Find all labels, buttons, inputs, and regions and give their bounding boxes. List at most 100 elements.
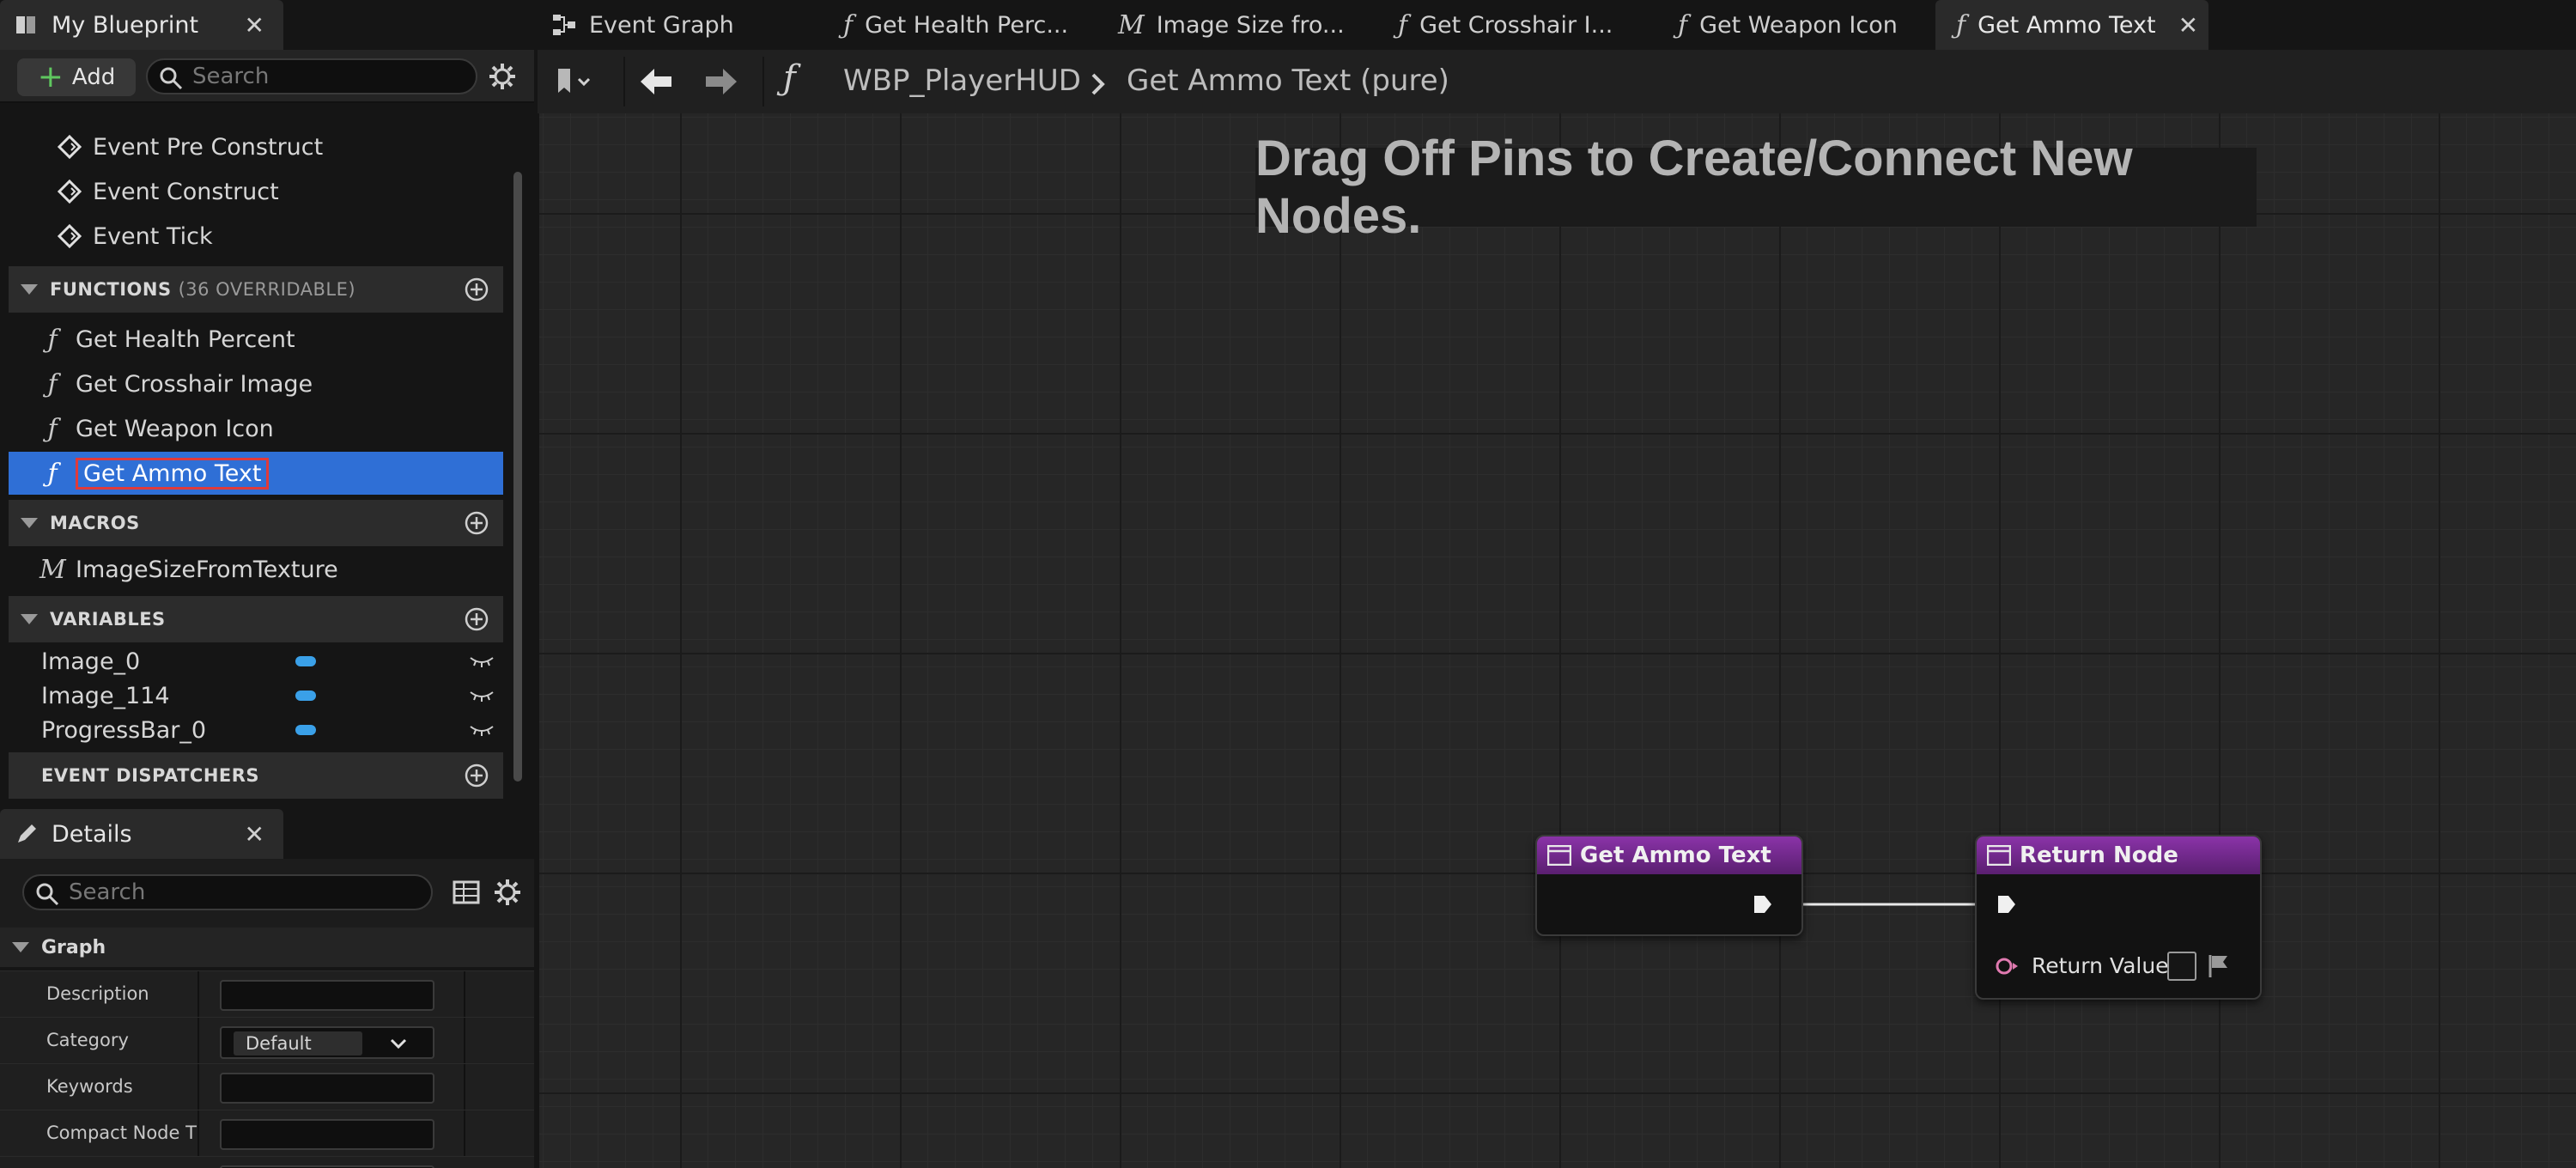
exec-out-pin[interactable] (1752, 893, 1774, 916)
return-node[interactable]: Return Node Return Value (1975, 835, 2262, 1000)
keywords-row: Keywords (0, 1063, 534, 1110)
tab-label: Get Health Perc... (865, 11, 1069, 39)
tab-get-crosshair-image[interactable]: ƒ Get Crosshair I... (1381, 0, 1664, 50)
variables-section-header[interactable]: VARIABLES (9, 596, 503, 642)
compact-node-title-row: Compact Node Titl (0, 1110, 534, 1157)
macro-item-image-size-from-texture[interactable]: M ImageSizeFromTexture (9, 548, 503, 591)
text-pin-icon[interactable] (1994, 955, 2020, 977)
document-tab-bar: Event Graph ƒ Get Health Perc... M Image… (534, 0, 2576, 50)
function-entry-node[interactable]: Get Ammo Text (1535, 835, 1803, 936)
function-item-get-health-percent[interactable]: ƒ Get Health Percent (9, 318, 503, 361)
add-variable-icon[interactable] (464, 606, 489, 632)
return-value-text-box[interactable] (2167, 952, 2196, 981)
add-dispatcher-icon[interactable] (464, 763, 489, 788)
description-input[interactable] (220, 980, 434, 1011)
function-icon: ƒ (1956, 9, 1966, 40)
tab-get-ammo-text[interactable]: ƒ Get Ammo Text ✕ (1935, 0, 2208, 50)
description-row: Description (0, 970, 534, 1018)
add-macro-icon[interactable] (464, 510, 489, 536)
toolbar-separator (623, 57, 625, 106)
function-rename-field[interactable]: Get Ammo Text (76, 457, 270, 490)
function-icon: ƒ (47, 368, 58, 399)
variable-item-label: Image_114 (41, 682, 170, 709)
tab-label: Get Weapon Icon (1699, 11, 1898, 39)
exec-in-pin[interactable] (1996, 893, 2018, 916)
macros-header-label: MACROS (50, 513, 140, 533)
gear-icon[interactable] (493, 878, 522, 907)
category-label: Category (46, 1030, 129, 1050)
search-icon (160, 67, 183, 90)
table-view-icon[interactable] (452, 878, 481, 907)
compact-node-title-input[interactable] (220, 1119, 434, 1150)
graph-item-event-pre-construct[interactable]: Event Pre Construct (9, 125, 503, 168)
function-item-get-ammo-text[interactable]: ƒ Get Ammo Text (9, 452, 503, 495)
functions-header-label: FUNCTIONS (50, 279, 172, 300)
tab-event-graph[interactable]: Event Graph (534, 0, 817, 50)
column-divider (464, 1064, 465, 1110)
graph-item-label: Event Tick (93, 222, 213, 250)
variable-item-progressbar-0[interactable]: ProgressBar_0 (9, 713, 503, 747)
add-button-label: Add (71, 64, 116, 90)
eye-closed-icon[interactable] (469, 721, 495, 739)
functions-section-header[interactable]: FUNCTIONS (36 OVERRIDABLE) (9, 266, 503, 313)
tab-get-health-percent[interactable]: ƒ Get Health Perc... (826, 0, 1109, 50)
return-node-title: Return Node (2020, 843, 2178, 868)
close-icon[interactable]: ✕ (245, 820, 264, 849)
tab-label: Event Graph (589, 11, 734, 39)
variable-item-label: Image_0 (41, 648, 141, 675)
graph-category-label: Graph (41, 936, 106, 958)
collapse-triangle-icon (21, 518, 38, 528)
function-item-label: Get Health Percent (76, 325, 295, 353)
variable-item-image-0[interactable]: Image_0 (9, 644, 503, 678)
close-icon[interactable]: ✕ (245, 11, 264, 40)
eye-closed-icon[interactable] (469, 687, 495, 704)
event-dispatchers-header-label: EVENT DISPATCHERS (41, 765, 260, 786)
column-divider (197, 971, 199, 1018)
my-blueprint-tab[interactable]: My Blueprint ✕ (0, 0, 283, 50)
column-divider (464, 971, 465, 1018)
tab-get-weapon-icon[interactable]: ƒ Get Weapon Icon (1661, 0, 1944, 50)
toolbar-separator (762, 57, 764, 106)
add-function-icon[interactable] (464, 277, 489, 302)
next-property-row (0, 1156, 534, 1168)
bookmark-icon[interactable] (553, 65, 591, 100)
add-button[interactable]: + Add (17, 58, 136, 96)
gear-icon[interactable] (488, 62, 517, 91)
details-tab[interactable]: Details ✕ (0, 809, 283, 859)
graph-category-header[interactable]: Graph (0, 928, 534, 967)
tab-image-size-from-texture[interactable]: M Image Size fro... (1101, 0, 1384, 50)
tab-label: Get Crosshair I... (1419, 11, 1613, 39)
entry-node-title: Get Ammo Text (1580, 843, 1771, 868)
event-icon (57, 179, 82, 204)
graph-item-event-construct[interactable]: Event Construct (9, 170, 503, 213)
graph-item-event-tick[interactable]: Event Tick (9, 215, 503, 258)
category-combo[interactable]: Default (220, 1026, 434, 1059)
my-blueprint-search-input[interactable]: Search (146, 58, 477, 94)
my-blueprint-scrollbar[interactable] (513, 172, 522, 782)
search-placeholder: Search (192, 64, 270, 89)
tab-label: Get Ammo Text (1978, 11, 2156, 39)
graph-canvas[interactable]: Drag Off Pins to Create/Connect New Node… (539, 113, 2576, 1168)
variable-type-pill (295, 690, 316, 701)
return-value-label: Return Value (2032, 953, 2169, 978)
eye-closed-icon[interactable] (469, 653, 495, 670)
event-dispatchers-section-header[interactable]: EVENT DISPATCHERS (9, 752, 503, 799)
macro-icon: M (1118, 9, 1145, 40)
localization-flag-icon[interactable] (2207, 953, 2231, 979)
variable-item-image-114[interactable]: Image_114 (9, 678, 503, 713)
description-label: Description (46, 983, 149, 1004)
details-search-input[interactable]: Search (22, 874, 433, 910)
collapse-triangle-icon (12, 942, 29, 952)
details-toolbar: Search (0, 859, 534, 928)
category-row: Category Default (0, 1017, 534, 1064)
breadcrumb-root[interactable]: WBP_PlayerHUD (843, 64, 1081, 98)
macros-section-header[interactable]: MACROS (9, 500, 503, 546)
function-item-get-weapon-icon[interactable]: ƒ Get Weapon Icon (9, 407, 503, 450)
forward-arrow-icon[interactable] (702, 65, 740, 98)
keywords-input[interactable] (220, 1073, 434, 1104)
function-item-get-crosshair-image[interactable]: ƒ Get Crosshair Image (9, 362, 503, 405)
back-arrow-icon[interactable] (637, 65, 675, 98)
close-icon[interactable]: ✕ (2178, 11, 2198, 40)
keywords-label: Keywords (46, 1076, 133, 1097)
event-icon (57, 223, 82, 249)
